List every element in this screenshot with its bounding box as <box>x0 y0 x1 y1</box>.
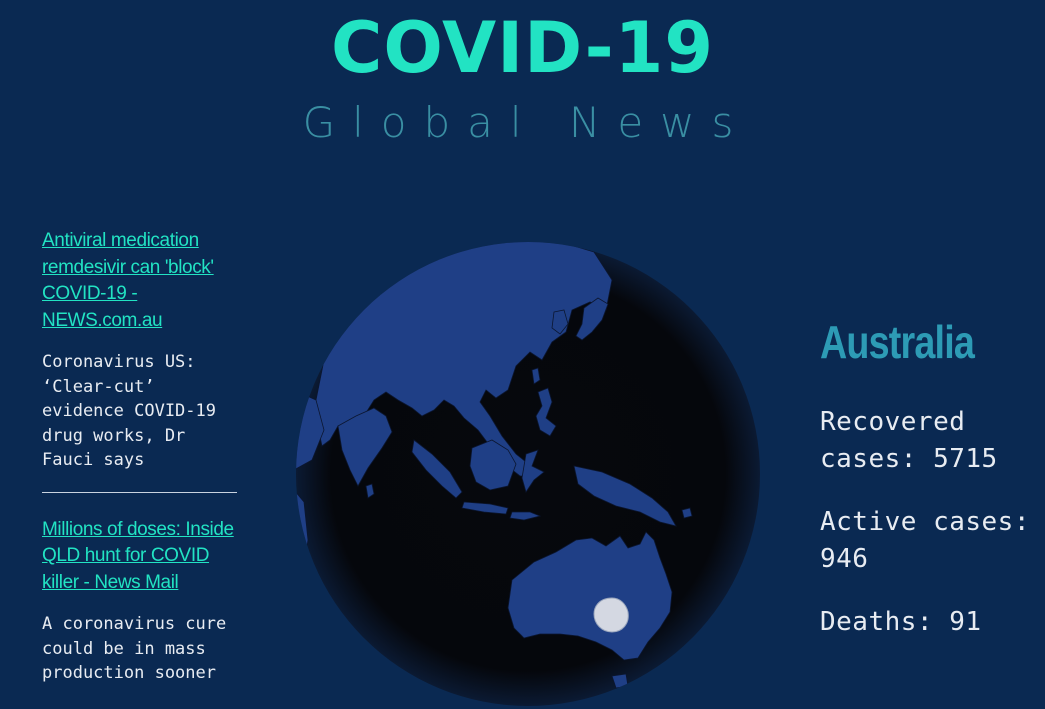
location-marker-icon[interactable] <box>593 597 629 633</box>
news-description: A coronavirus cure could be in mass prod… <box>42 614 227 683</box>
page-subtitle: Global News <box>302 98 751 147</box>
news-divider <box>42 491 237 493</box>
news-headline-link[interactable]: Millions of doses: Inside QLD hunt for C… <box>42 517 238 597</box>
news-item: Antiviral medication remdesivir can 'blo… <box>42 228 238 473</box>
world-globe-icon[interactable] <box>294 240 762 708</box>
country-stats: Australia Recovered cases: 5715 Active c… <box>820 310 1040 641</box>
globe[interactable] <box>294 240 762 708</box>
recovered-cases: Recovered cases: 5715 <box>820 407 998 474</box>
deaths-count: Deaths: 91 <box>820 607 982 637</box>
news-list: Antiviral medication remdesivir can 'blo… <box>42 228 238 686</box>
news-headline-link[interactable]: Antiviral medication remdesivir can 'blo… <box>42 228 238 334</box>
news-item: Millions of doses: Inside QLD hunt for C… <box>42 517 238 686</box>
page-title: COVID-19 <box>330 7 715 89</box>
active-cases: Active cases: 946 <box>820 507 1030 574</box>
land-newzealand <box>719 643 741 673</box>
land-islands <box>681 507 693 519</box>
news-description: Coronavirus US: ‘Clear-cut’ evidence COV… <box>42 352 216 470</box>
country-name: Australia <box>820 316 975 368</box>
